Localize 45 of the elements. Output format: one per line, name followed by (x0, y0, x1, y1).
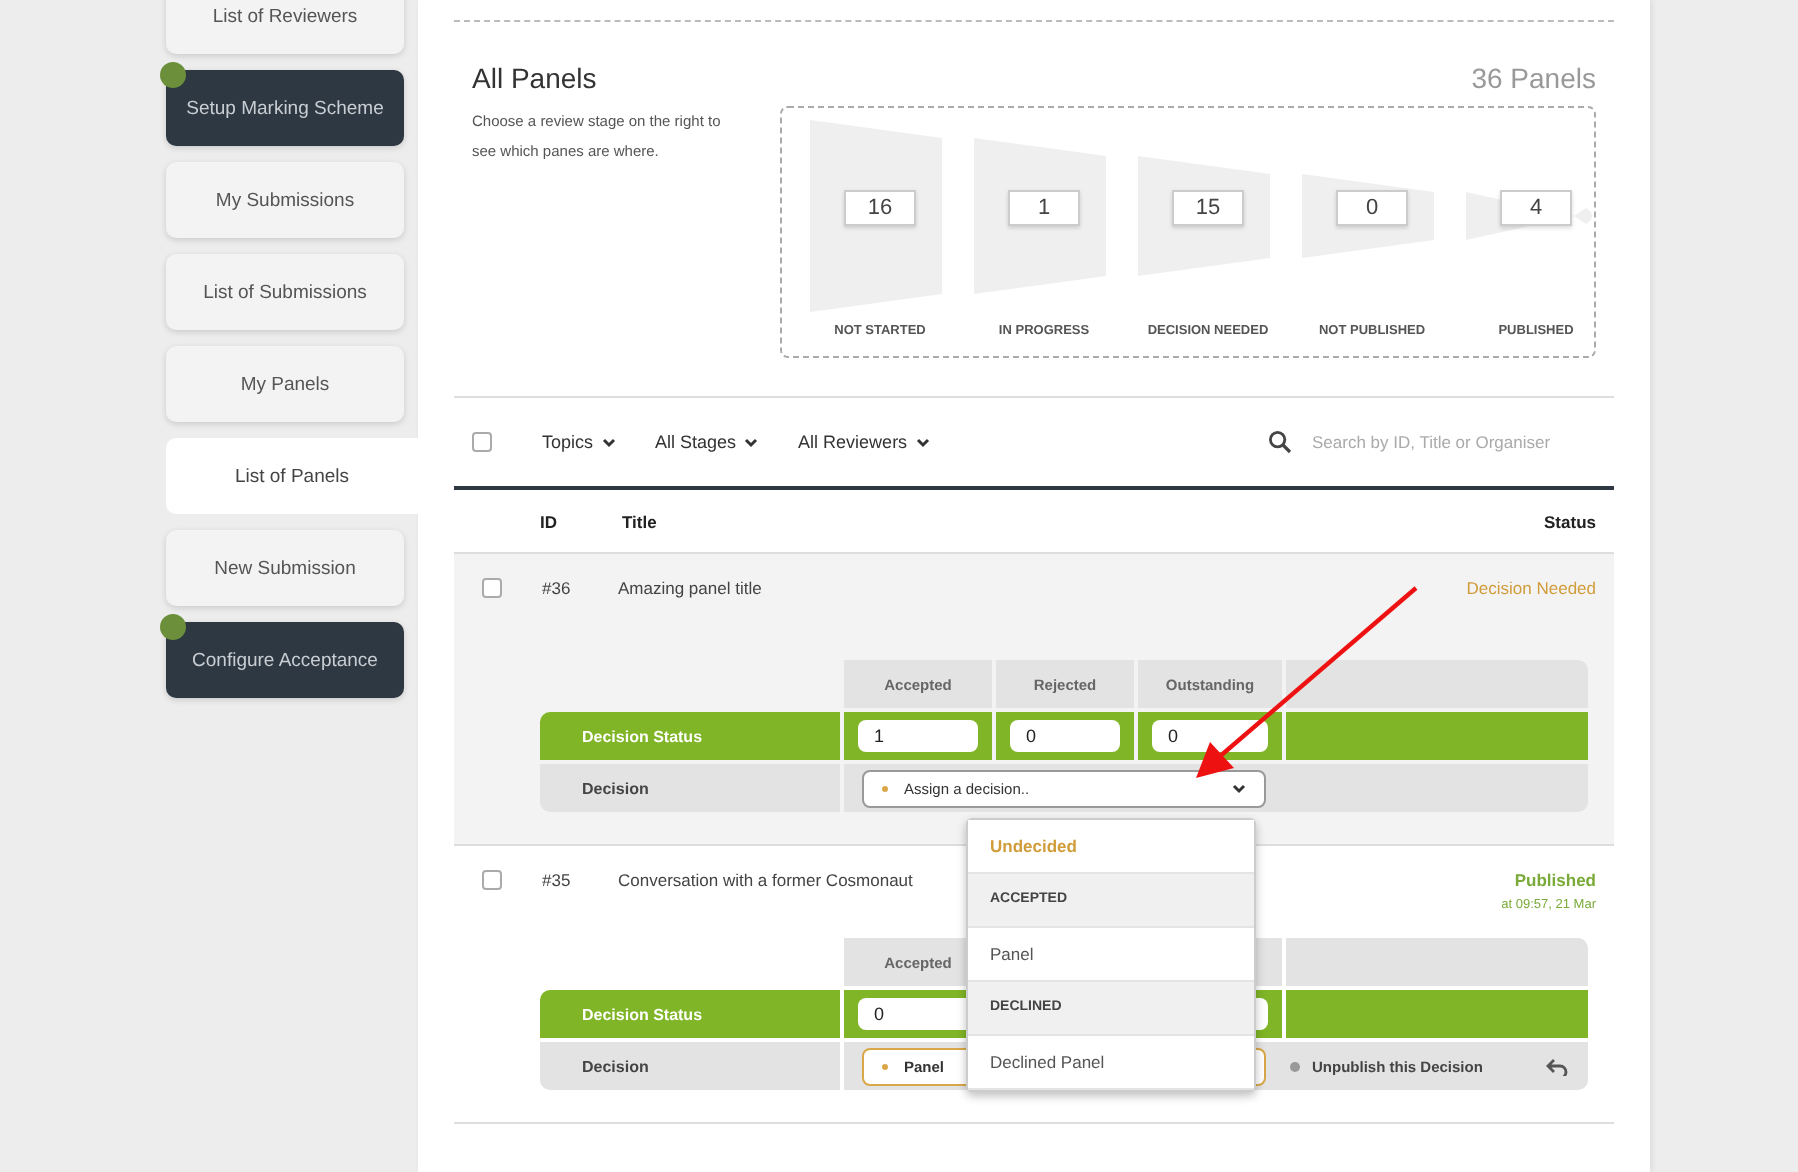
panel-id: #36 (542, 578, 573, 598)
panel-title: Amazing panel title (618, 578, 762, 598)
decision-label: Decision (540, 1042, 840, 1090)
sidebar-item[interactable]: List of Panels (166, 438, 418, 514)
page-title: All Panels (472, 62, 597, 94)
row-checkbox[interactable] (482, 578, 502, 598)
status-dot-icon (160, 62, 186, 88)
chevron-down-icon (915, 437, 930, 447)
panel-status: Published (1514, 870, 1596, 890)
stage-count: 15 (1172, 190, 1244, 226)
undo-icon (1546, 1057, 1568, 1075)
stage-count: 0 (1336, 190, 1408, 226)
count-field[interactable]: 0 (1152, 720, 1268, 752)
chevron-down-icon (601, 437, 616, 447)
menu-option[interactable]: Panel (968, 927, 1254, 981)
column-header: Title (622, 511, 657, 531)
count-field[interactable]: 0 (1010, 720, 1120, 752)
sidebar-item[interactable]: List of Submissions (166, 254, 404, 330)
sidebar-item[interactable]: My Panels (166, 346, 404, 422)
panel-id: #35 (542, 870, 573, 890)
filter-dropdown[interactable]: All Stages (655, 432, 759, 452)
menu-option[interactable]: Declined Panel (968, 1035, 1254, 1089)
decision-label: Decision (540, 764, 840, 812)
sidebar-item[interactable]: My Submissions (166, 162, 404, 238)
stage-count: 16 (844, 190, 916, 226)
filter-dropdown[interactable]: All Reviewers (798, 432, 930, 452)
filter-dropdown[interactable]: Topics (542, 432, 616, 452)
decision-status-label: Decision Status (540, 712, 840, 760)
column-header: ID (540, 511, 559, 531)
stage-count: 4 (1500, 190, 1572, 226)
panel-status: Decision Needed (1466, 578, 1596, 598)
column-header: Status (1544, 511, 1596, 531)
stage-count: 1 (1008, 190, 1080, 226)
count-field[interactable]: 1 (858, 720, 978, 752)
sidebar-item[interactable]: New Submission (166, 530, 404, 606)
select-all-checkbox[interactable] (472, 432, 492, 452)
chevron-down-icon (1232, 783, 1246, 793)
chevron-down-icon (744, 437, 759, 447)
panel-count: 36 Panels (1471, 62, 1596, 94)
decision-status-label: Decision Status (540, 990, 840, 1038)
panel-title: Conversation with a former Cosmonaut (618, 870, 913, 890)
row-checkbox[interactable] (482, 870, 502, 890)
sidebar-item[interactable]: List of Reviewers (166, 0, 404, 54)
status-dot-icon (160, 614, 186, 640)
search-icon (1268, 430, 1292, 454)
